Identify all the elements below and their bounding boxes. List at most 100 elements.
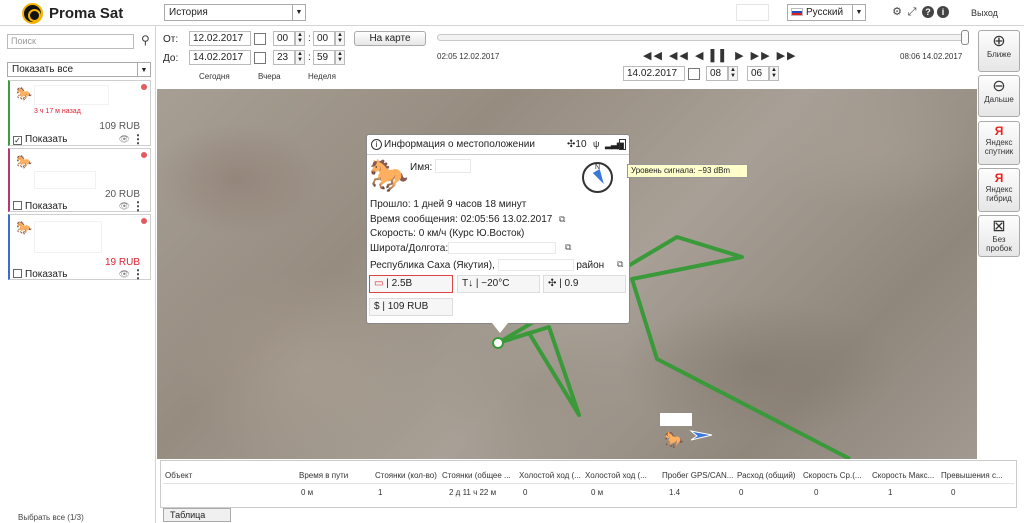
- today-link[interactable]: Сегодня: [199, 72, 230, 81]
- object-card[interactable]: 🐎 3 ч 17 м назад 109 RUB ✓ Показать 👁 ⋮: [8, 80, 151, 146]
- hdop-cell: ✣ | 0.9: [543, 275, 626, 293]
- copy-icon[interactable]: ⧉: [617, 259, 623, 270]
- search-input[interactable]: Поиск: [7, 34, 134, 49]
- last-seen: 3 ч 17 м назад: [34, 108, 81, 115]
- more-menu-icon[interactable]: ⋮: [132, 200, 144, 212]
- from-hour-stepper[interactable]: ▲ ▼: [295, 31, 305, 46]
- week-link[interactable]: Неделя: [308, 72, 336, 81]
- horse-icon: 🐎: [16, 220, 33, 235]
- to-minute-input[interactable]: 59: [313, 50, 335, 65]
- money-cell: $ | 109 RUB: [369, 298, 453, 316]
- playback-controls[interactable]: ◀◀ ◀◀ ◀ ▌▌ ▶ ▶▶ ▶▶: [643, 49, 798, 62]
- copy-icon[interactable]: ⧉: [559, 214, 565, 225]
- satellite-icon: ✣: [548, 278, 557, 289]
- temperature-cell: T↓ | −20°C: [457, 275, 540, 293]
- popup-header: i Информация о местоположении ✣10 ψ ▂▃▅: [367, 135, 629, 155]
- yandex-satellite-button[interactable]: Я Яндекс спутник: [978, 121, 1020, 165]
- show-checkbox[interactable]: ✓ Показать: [13, 134, 68, 145]
- zoom-out-icon: ⊖: [992, 78, 1006, 95]
- zoom-in-label: Ближе: [986, 50, 1012, 59]
- search-icon[interactable]: ⚲: [141, 33, 150, 47]
- from-minute-input[interactable]: 00: [313, 31, 335, 46]
- calendar-icon[interactable]: [254, 52, 266, 64]
- location-info-popup: i Информация о местоположении ✣10 ψ ▂▃▅ 🐎…: [366, 134, 630, 324]
- object-card[interactable]: 🐎 20 RUB Показать 👁 ⋮: [8, 148, 151, 212]
- table-tab[interactable]: Таблица: [163, 508, 231, 522]
- info-icon[interactable]: i: [937, 6, 949, 18]
- table-cell: 0: [951, 488, 956, 497]
- status-dot: [141, 84, 147, 90]
- eye-off-icon[interactable]: 👁: [119, 269, 130, 280]
- help-icon[interactable]: ?: [922, 6, 934, 18]
- horse-image-icon: 🐎: [369, 157, 409, 193]
- coordinates: Широта/Долгота:: [370, 242, 557, 254]
- checkbox-icon: [13, 269, 22, 278]
- show-checkbox[interactable]: Показать: [13, 269, 68, 280]
- to-minute-stepper[interactable]: ▲ ▼: [335, 50, 345, 65]
- object-card[interactable]: 🐎 19 RUB Показать 👁 ⋮: [8, 214, 151, 280]
- timeline-minute-stepper[interactable]: ▲ ▼: [769, 66, 779, 81]
- popup-title: Информация о местоположении: [384, 139, 535, 150]
- show-on-map-button[interactable]: На карте: [354, 31, 426, 46]
- table-header: Расход (общий): [737, 471, 796, 480]
- yandex-icon: Я: [994, 171, 1004, 185]
- to-date-input[interactable]: 14.02.2017: [189, 50, 251, 65]
- copy-icon[interactable]: ⧉: [565, 242, 571, 253]
- yesterday-link[interactable]: Вчера: [258, 72, 281, 81]
- table-cell: 1: [888, 488, 893, 497]
- to-hour-stepper[interactable]: ▲ ▼: [295, 50, 305, 65]
- battery-icon: ▭: [374, 278, 384, 289]
- signal-tooltip: Уровень сигнала: −93 dBm: [627, 164, 748, 178]
- object-name: [34, 85, 109, 105]
- coin-icon: $: [374, 301, 380, 312]
- timeline-panel: 02:05 12.02.2017 08:06 14.02.2017 ◀◀ ◀◀ …: [433, 28, 973, 88]
- gear-icon[interactable]: ⚙: [891, 6, 903, 18]
- checkbox-icon: ✓: [13, 136, 22, 145]
- yandex-hybrid-label: Яндекс гибрид: [985, 185, 1013, 203]
- to-hour-input[interactable]: 23: [273, 50, 295, 65]
- table-cell: 2 д 11 ч 22 м: [449, 488, 497, 497]
- status-dot: [141, 152, 147, 158]
- zoom-in-button[interactable]: ⊕ Ближе: [978, 30, 1020, 72]
- select-all-footer[interactable]: Выбрать все (1/3): [0, 513, 156, 523]
- eye-off-icon[interactable]: 👁: [119, 134, 130, 145]
- eye-off-icon[interactable]: 👁: [119, 201, 130, 212]
- yandex-icon: Я: [994, 124, 1004, 138]
- timeline-hour-input[interactable]: 08: [706, 66, 728, 81]
- map-copyright: Яндекс.Карты © ООО "Яндекс Карты" · http…: [802, 512, 971, 518]
- filter-select[interactable]: Показать все ▼: [7, 62, 151, 77]
- timeline-minute-input[interactable]: 06: [747, 66, 769, 81]
- zoom-out-button[interactable]: ⊖ Дальше: [978, 75, 1020, 117]
- chevron-down-icon: ▼: [292, 5, 305, 20]
- timeline-handle[interactable]: [961, 30, 969, 45]
- brand-name: Proma Sat: [49, 5, 124, 22]
- fullscreen-icon[interactable]: ⤢: [906, 6, 918, 18]
- more-menu-icon[interactable]: ⋮: [132, 133, 144, 145]
- no-traffic-button[interactable]: ⊠ Без пробок: [978, 215, 1020, 257]
- calendar-icon[interactable]: [254, 33, 266, 45]
- table-header: Скорость Макс...: [872, 471, 935, 480]
- timeline-slider[interactable]: [437, 34, 965, 41]
- from-hour-input[interactable]: 00: [273, 31, 295, 46]
- show-label: Показать: [25, 134, 68, 145]
- from-minute-stepper[interactable]: ▲ ▼: [335, 31, 345, 46]
- exit-link[interactable]: Выход: [971, 8, 998, 18]
- from-date-input[interactable]: 12.02.2017: [189, 31, 251, 46]
- horse-marker-icon[interactable]: 🐎: [664, 430, 684, 450]
- timeline-hour-stepper[interactable]: ▲ ▼: [728, 66, 738, 81]
- more-menu-icon[interactable]: ⋮: [132, 268, 144, 280]
- mode-select[interactable]: История ▼: [164, 4, 306, 21]
- compass-icon: N: [582, 162, 613, 193]
- timeline-date-input[interactable]: 14.02.2017: [623, 66, 685, 81]
- track-point[interactable]: [492, 337, 504, 349]
- heading-arrow-icon: [592, 169, 608, 186]
- show-checkbox[interactable]: Показать: [13, 201, 68, 212]
- calendar-icon[interactable]: [688, 68, 700, 80]
- table-header: Время в пути: [299, 471, 349, 480]
- show-label: Показать: [25, 269, 68, 280]
- yandex-hybrid-button[interactable]: Я Яндекс гибрид: [978, 168, 1020, 212]
- status-dot: [141, 218, 147, 224]
- table-header: Скорость Ср.(...: [803, 471, 862, 480]
- language-select[interactable]: Русский ▼: [787, 4, 866, 21]
- message-time: Время сообщения: 02:05:56 13.02.2017: [370, 214, 553, 225]
